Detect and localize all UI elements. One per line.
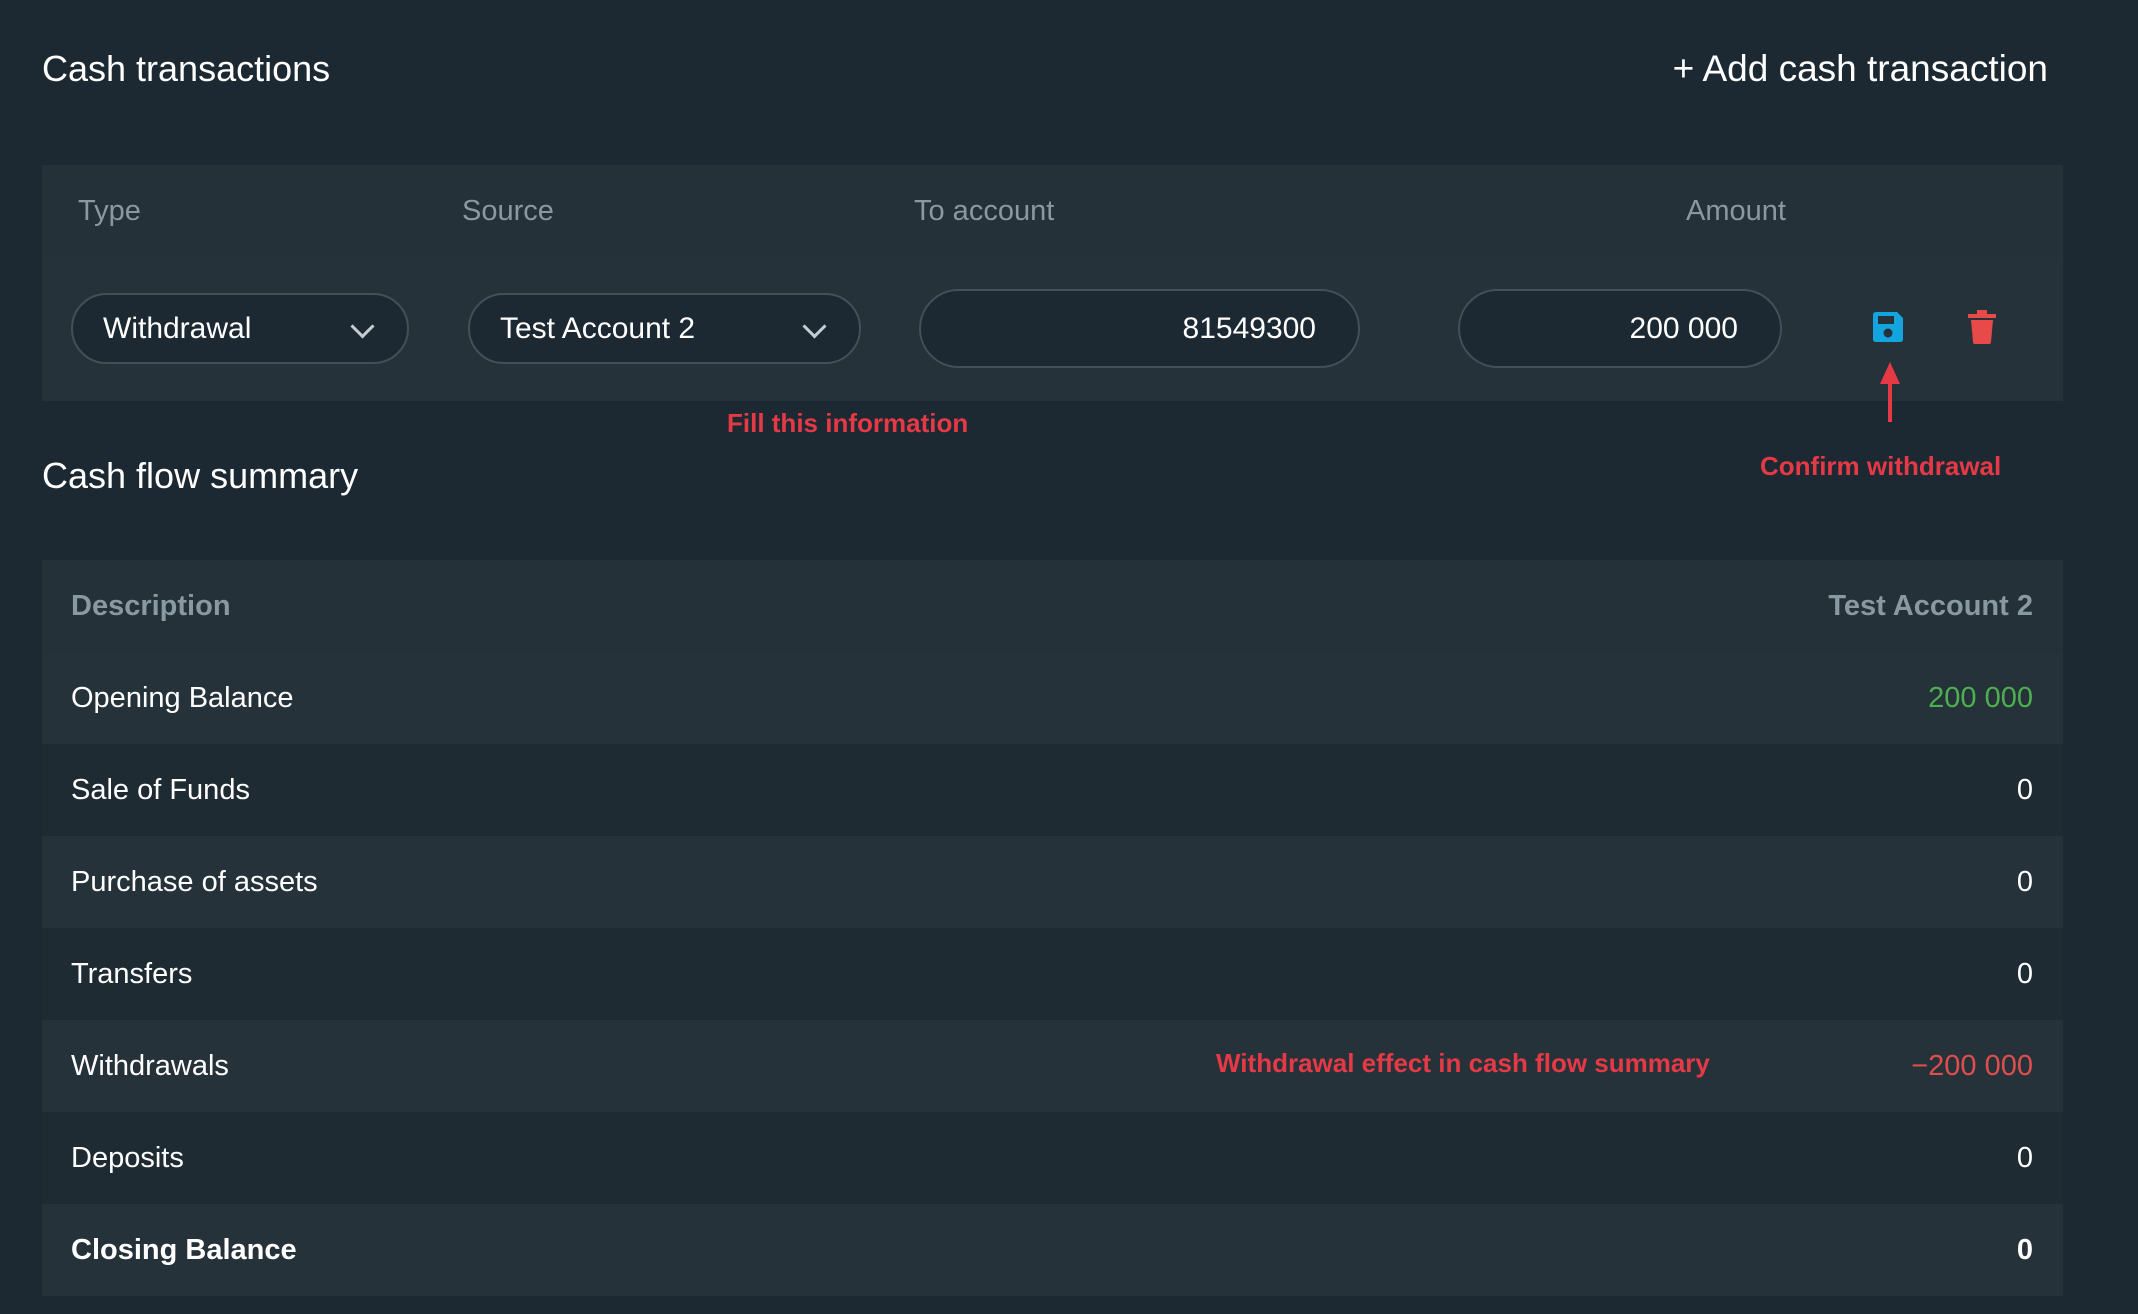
cash-flow-summary-table: Description Test Account 2 Opening Balan…: [42, 560, 2063, 1296]
row-label: Sale of Funds: [71, 773, 250, 806]
transaction-row: Withdrawal Test Account 2 81549300 200 0…: [42, 257, 2063, 401]
table-row: Transfers 0: [42, 928, 2063, 1020]
row-label: Purchase of assets: [71, 865, 318, 898]
type-select-value: Withdrawal: [103, 311, 252, 345]
source-select-value: Test Account 2: [500, 311, 696, 345]
row-label: Closing Balance: [71, 1233, 297, 1266]
cash-flow-summary-title: Cash flow summary: [42, 455, 359, 496]
table-row: Sale of Funds 0: [42, 744, 2063, 836]
column-type: Type: [78, 195, 141, 227]
table-row: Closing Balance 0: [42, 1204, 2063, 1296]
page: Cash transactions + Add cash transaction…: [0, 0, 2138, 1314]
row-label: Transfers: [71, 957, 193, 990]
add-cash-transaction-button[interactable]: + Add cash transaction: [1673, 48, 2048, 90]
row-value: −200 000: [1911, 1049, 2033, 1082]
amount-field[interactable]: 200 000: [1458, 289, 1782, 368]
table-row: Purchase of assets 0: [42, 836, 2063, 928]
column-amount: Amount: [1686, 195, 1786, 227]
row-label: Deposits: [71, 1141, 184, 1174]
table-row: Opening Balance 200 000: [42, 652, 2063, 744]
amount-value: 200 000: [1629, 311, 1738, 345]
trash-icon[interactable]: [1966, 309, 1998, 350]
header-description: Description: [71, 589, 231, 622]
row-value: 0: [2016, 865, 2033, 898]
cash-transactions-title: Cash transactions: [42, 48, 331, 89]
to-account-field[interactable]: 81549300: [919, 289, 1360, 368]
source-select[interactable]: Test Account 2: [468, 293, 861, 364]
table-row: Deposits 0: [42, 1112, 2063, 1204]
to-account-value: 81549300: [1182, 311, 1316, 345]
annotation-arrow: [1880, 362, 1900, 422]
save-icon[interactable]: [1870, 309, 1906, 350]
row-label: Opening Balance: [71, 681, 294, 714]
transactions-header: Type Source To account Amount: [42, 165, 2063, 257]
row-label: Withdrawals: [71, 1049, 229, 1082]
annotation-withdrawal-effect: Withdrawal effect in cash flow summary: [1216, 1048, 1710, 1078]
type-select[interactable]: Withdrawal: [71, 293, 409, 364]
chevron-down-icon: [350, 313, 375, 339]
column-to-account: To account: [914, 195, 1055, 227]
table-row: Withdrawals Withdrawal effect in cash fl…: [42, 1020, 2063, 1112]
chevron-down-icon: [802, 313, 827, 339]
row-value: 0: [2016, 957, 2033, 990]
annotation-confirm-withdrawal: Confirm withdrawal: [1760, 451, 2002, 481]
row-value: 200 000: [1928, 681, 2033, 714]
row-value: 0: [2016, 1141, 2033, 1174]
row-value: 0: [2016, 1233, 2033, 1266]
annotation-fill-info: Fill this information: [727, 408, 969, 438]
row-value: 0: [2016, 773, 2033, 806]
column-source: Source: [462, 195, 554, 227]
summary-header-row: Description Test Account 2: [42, 560, 2063, 652]
header-account: Test Account 2: [1828, 589, 2033, 622]
